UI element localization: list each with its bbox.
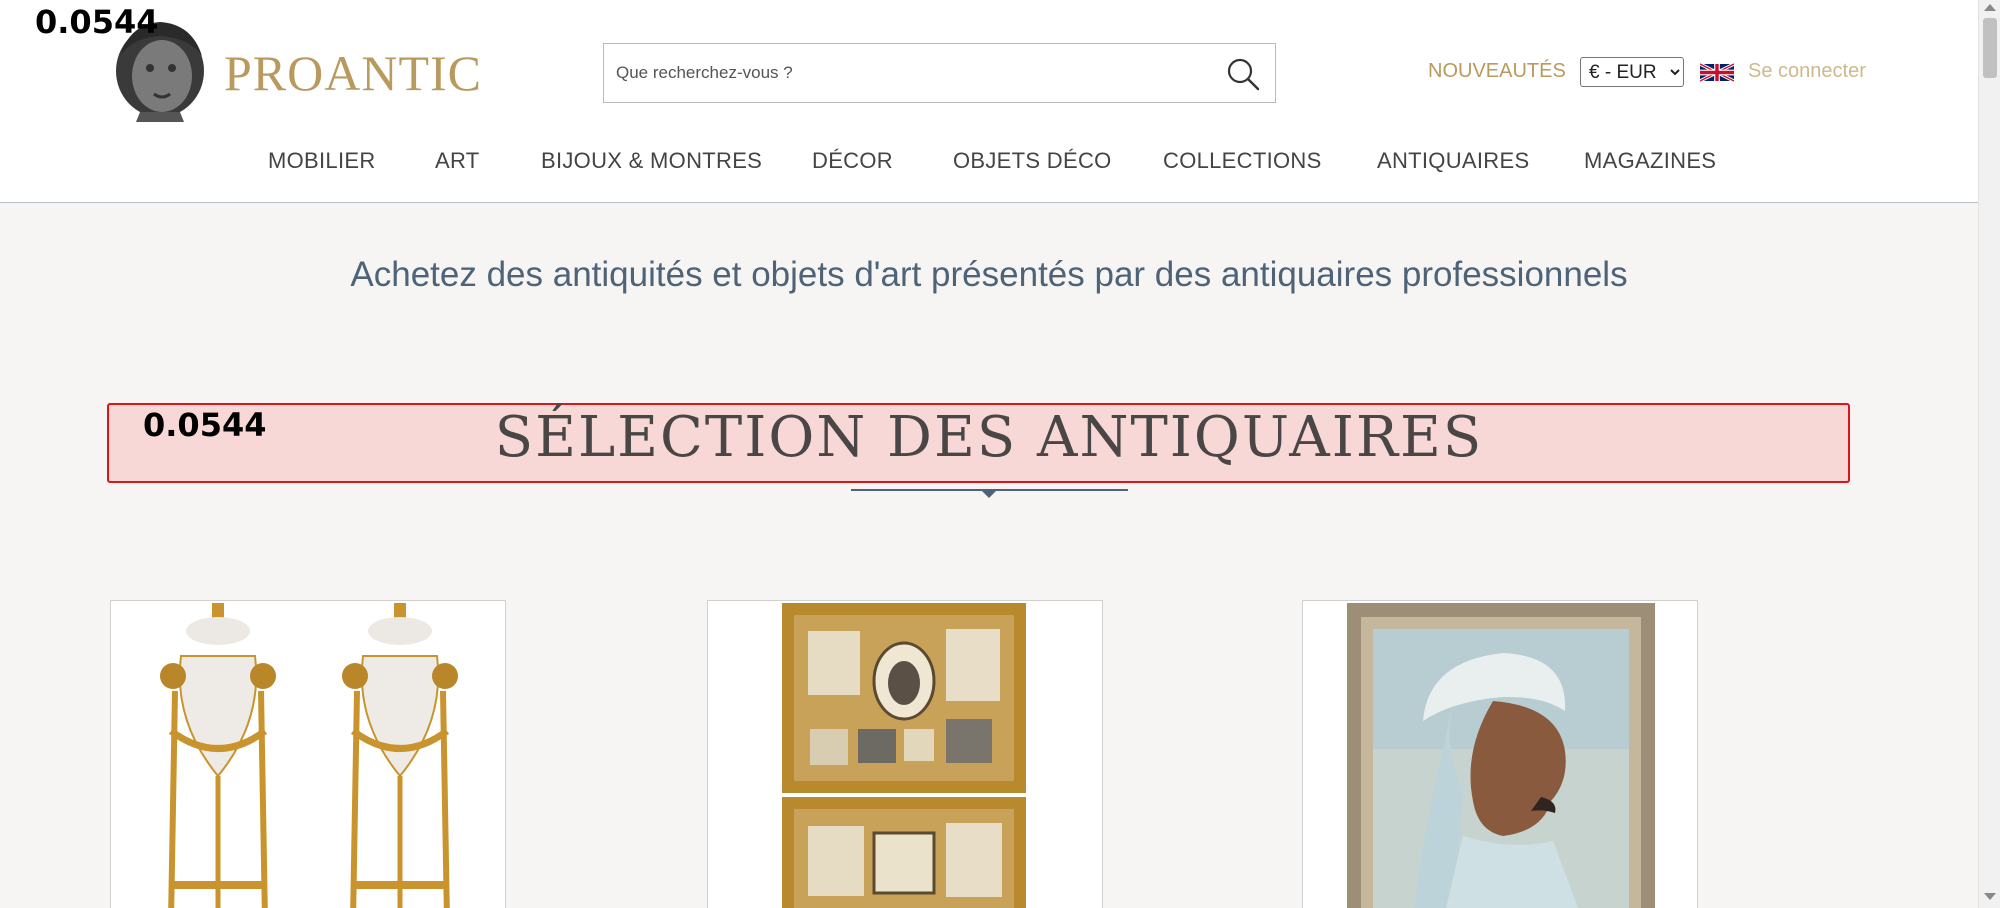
alabaster-ormolu-vases-pair-image [111,601,505,908]
turbaned-man-portrait-painting-image [1303,601,1697,908]
search-bar [603,43,1276,103]
new-items-link[interactable]: NOUVEAUTÉS [1428,60,1566,83]
product-card[interactable] [1302,600,1698,908]
search-input[interactable] [616,58,1196,88]
nav-item-art[interactable]: ART [435,148,480,174]
currency-select[interactable]: € - EUR [1580,57,1684,87]
nav-item-decor[interactable]: DÉCOR [812,148,893,174]
scroll-up-arrow-icon[interactable] [1984,4,1996,11]
nav-item-magazines[interactable]: MAGAZINES [1584,148,1716,174]
site-header: PROANTIC NOUVEAUTÉS € - EUR Se connecter… [0,0,1978,203]
nav-item-mobilier[interactable]: MOBILIER [268,148,376,174]
product-card[interactable] [707,600,1103,908]
brand-name[interactable]: PROANTIC [224,44,482,102]
uk-flag-icon[interactable] [1700,60,1734,85]
page-tagline: Achetez des antiquités et objets d'art p… [350,255,1628,294]
scroll-thumb[interactable] [1983,18,1997,78]
nav-item-collections[interactable]: COLLECTIONS [1163,148,1322,174]
score-label-section: 0.0544 [143,406,267,444]
vertical-scrollbar[interactable] [1978,0,2000,908]
main-nav: MOBILIER ART BIJOUX & MONTRES DÉCOR OBJE… [0,148,1978,178]
nav-item-bijoux-montres[interactable]: BIJOUX & MONTRES [541,148,762,174]
scroll-down-arrow-icon[interactable] [1984,893,1996,900]
product-card[interactable] [110,600,506,908]
login-link[interactable]: Se connecter [1748,60,1866,83]
score-label-top: 0.0544 [35,3,159,41]
nav-item-objets-deco[interactable]: OBJETS DÉCO [953,148,1112,174]
nav-item-antiquaires[interactable]: ANTIQUAIRES [1377,148,1529,174]
section-title: SÉLECTION DES ANTIQUAIRES [494,405,1484,470]
title-underline-tip [981,490,997,498]
framed-trompe-loeil-engravings-image [708,601,1102,908]
search-icon[interactable] [1225,56,1261,92]
